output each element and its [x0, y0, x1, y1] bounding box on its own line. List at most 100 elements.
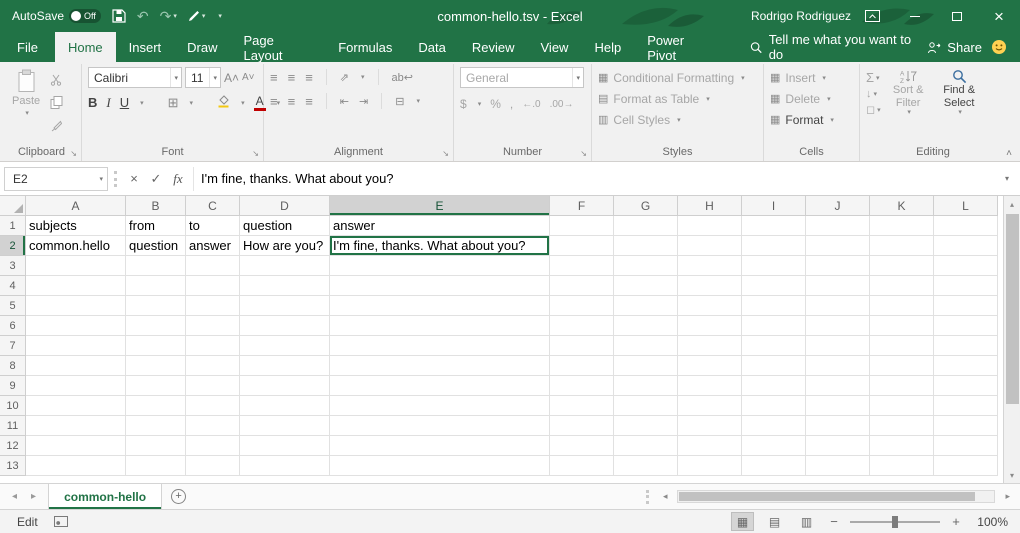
cell-A5[interactable] — [26, 296, 126, 316]
align-center-icon[interactable]: ≡ — [288, 94, 296, 109]
cell-D8[interactable] — [240, 356, 330, 376]
cell-A12[interactable] — [26, 436, 126, 456]
column-header-A[interactable]: A — [26, 196, 126, 216]
vertical-scrollbar[interactable]: ▴ ▾ — [1003, 196, 1020, 483]
cell-C10[interactable] — [186, 396, 240, 416]
sheet-tab-common-hello[interactable]: common-hello — [48, 484, 162, 509]
cell-I7[interactable] — [742, 336, 806, 356]
column-header-H[interactable]: H — [678, 196, 742, 216]
cell-B8[interactable] — [126, 356, 186, 376]
cell-E6[interactable] — [330, 316, 550, 336]
cell-B9[interactable] — [126, 376, 186, 396]
cell-L9[interactable] — [934, 376, 998, 396]
cell-K3[interactable] — [870, 256, 934, 276]
cell-A6[interactable] — [26, 316, 126, 336]
cell-C8[interactable] — [186, 356, 240, 376]
cell-A9[interactable] — [26, 376, 126, 396]
row-header-4[interactable]: 4 — [0, 276, 26, 296]
cell-B13[interactable] — [126, 456, 186, 476]
cell-A2[interactable]: common.hello — [26, 236, 126, 256]
cell-E9[interactable] — [330, 376, 550, 396]
cell-K11[interactable] — [870, 416, 934, 436]
cell-I9[interactable] — [742, 376, 806, 396]
cell-J6[interactable] — [806, 316, 870, 336]
cell-styles-button[interactable]: ▥ Cell Styles ▾ — [598, 109, 757, 130]
hscroll-left-icon[interactable]: ◂ — [658, 491, 673, 502]
tab-review[interactable]: Review — [459, 32, 528, 62]
cell-G1[interactable] — [614, 216, 678, 236]
tab-help[interactable]: Help — [581, 32, 634, 62]
cell-B12[interactable] — [126, 436, 186, 456]
wrap-text-icon[interactable]: ab↩ — [392, 71, 413, 84]
cell-K13[interactable] — [870, 456, 934, 476]
cell-C11[interactable] — [186, 416, 240, 436]
user-name[interactable]: Rodrigo Rodriguez — [751, 9, 851, 23]
cell-D4[interactable] — [240, 276, 330, 296]
cell-K4[interactable] — [870, 276, 934, 296]
autosave-toggle[interactable]: AutoSave Off — [12, 9, 101, 23]
fill-color-button[interactable] — [217, 94, 230, 111]
zoom-out-icon[interactable]: − — [827, 514, 841, 529]
name-box-dropdown-icon[interactable]: ▾ — [95, 168, 107, 190]
font-dialog-launcher[interactable]: ↘ — [252, 149, 259, 158]
cell-G2[interactable] — [614, 236, 678, 256]
cell-E2[interactable]: I'm fine, thanks. What about you? — [330, 236, 550, 256]
cell-B5[interactable] — [126, 296, 186, 316]
row-header-8[interactable]: 8 — [0, 356, 26, 376]
tell-me-search[interactable]: Tell me what you want to do — [742, 32, 928, 62]
cancel-entry-button[interactable]: × — [123, 167, 145, 191]
row-header-5[interactable]: 5 — [0, 296, 26, 316]
formula-bar-resize-handle[interactable] — [114, 171, 117, 187]
cell-E7[interactable] — [330, 336, 550, 356]
clipboard-dialog-launcher[interactable]: ↘ — [70, 149, 77, 158]
cell-H11[interactable] — [678, 416, 742, 436]
cell-L10[interactable] — [934, 396, 998, 416]
cell-J12[interactable] — [806, 436, 870, 456]
font-name-dropdown-icon[interactable]: ▾ — [170, 68, 181, 87]
cell-E8[interactable] — [330, 356, 550, 376]
cell-C13[interactable] — [186, 456, 240, 476]
accounting-format-icon[interactable]: $ — [460, 97, 467, 111]
align-top-icon[interactable]: ≡ — [270, 70, 278, 85]
column-header-I[interactable]: I — [742, 196, 806, 216]
column-header-G[interactable]: G — [614, 196, 678, 216]
font-name-combo[interactable]: Calibri ▾ — [88, 67, 182, 88]
sheet-nav-left-icon[interactable]: ◂ — [12, 491, 17, 502]
tab-page-layout[interactable]: Page Layout — [231, 32, 326, 62]
new-sheet-button[interactable]: + — [162, 484, 195, 509]
insert-function-button[interactable]: fx — [167, 167, 189, 191]
merge-center-icon[interactable]: ⊟ — [395, 95, 404, 108]
align-middle-icon[interactable]: ≡ — [288, 70, 296, 85]
cell-K8[interactable] — [870, 356, 934, 376]
number-format-combo[interactable]: General ▾ — [460, 67, 584, 88]
cell-B3[interactable] — [126, 256, 186, 276]
cell-I12[interactable] — [742, 436, 806, 456]
increase-indent-icon[interactable]: ⇥ — [359, 95, 368, 108]
cell-G8[interactable] — [614, 356, 678, 376]
cell-D6[interactable] — [240, 316, 330, 336]
increase-font-size-icon[interactable]: A˄ — [224, 71, 239, 85]
fill-button[interactable]: ↓▾ — [866, 88, 881, 100]
cell-L3[interactable] — [934, 256, 998, 276]
tab-file[interactable]: File — [0, 32, 55, 62]
cell-B6[interactable] — [126, 316, 186, 336]
cell-B4[interactable] — [126, 276, 186, 296]
cell-H5[interactable] — [678, 296, 742, 316]
cell-A7[interactable] — [26, 336, 126, 356]
undo-icon[interactable]: ↶ — [137, 8, 149, 25]
page-layout-view-icon[interactable]: ▤ — [763, 512, 786, 531]
cell-L11[interactable] — [934, 416, 998, 436]
collapse-ribbon-icon[interactable]: ˄ — [1006, 148, 1012, 159]
copy-button[interactable] — [44, 93, 68, 112]
horizontal-scroll-thumb[interactable] — [679, 492, 975, 501]
cell-I10[interactable] — [742, 396, 806, 416]
row-header-3[interactable]: 3 — [0, 256, 26, 276]
cell-I11[interactable] — [742, 416, 806, 436]
scroll-up-icon[interactable]: ▴ — [1004, 196, 1020, 212]
scroll-down-icon[interactable]: ▾ — [1004, 467, 1020, 483]
cell-E5[interactable] — [330, 296, 550, 316]
sheet-nav-right-icon[interactable]: ▸ — [31, 491, 36, 502]
row-header-2[interactable]: 2 — [0, 236, 26, 256]
zoom-level[interactable]: 100% — [972, 515, 1008, 529]
cell-K10[interactable] — [870, 396, 934, 416]
